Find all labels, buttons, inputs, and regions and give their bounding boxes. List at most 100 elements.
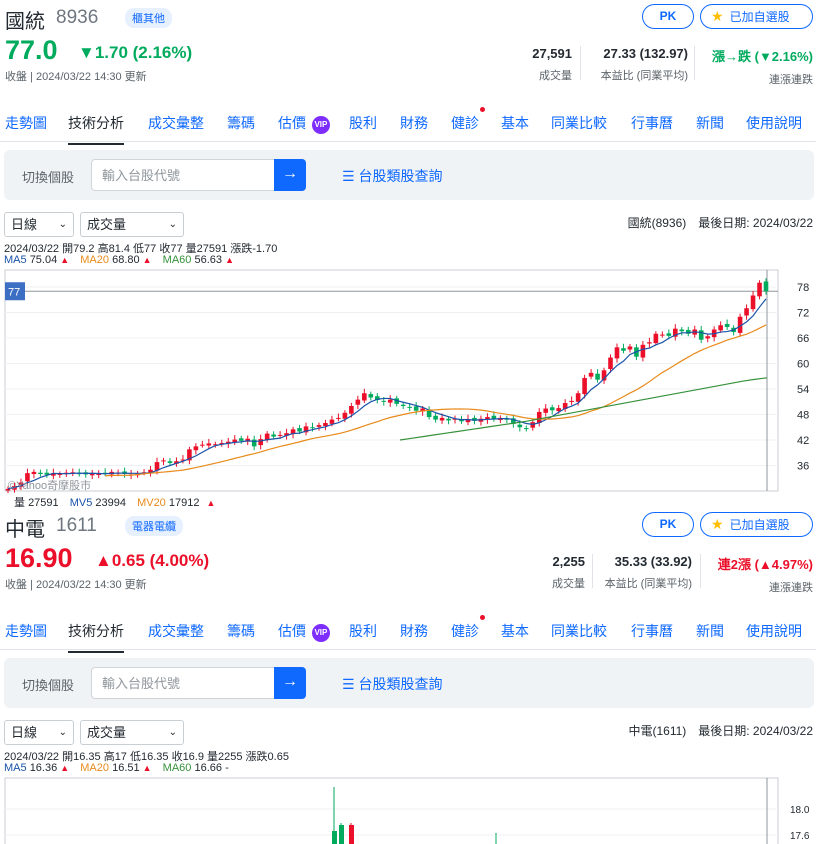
streak-stat: 漲→跌 (▼2.16%) 連漲連跌 [712,46,813,87]
add-watchlist-button[interactable]: ★ 已加自選股 [700,512,813,537]
streak-label: 連漲連跌 [769,74,813,86]
y-tick-label: 54 [797,384,809,396]
tab-financial[interactable]: 財務 [400,113,428,133]
tab-dividend[interactable]: 股利 [349,113,377,133]
tab-diagnosis[interactable]: 健診 [451,615,485,641]
candle [750,295,756,310]
trend-up-icon: ▲ [225,255,234,265]
sector-badge[interactable]: 電器電纜 [125,516,183,536]
candle [679,329,685,332]
stock-header: 中電 1611 電器電纜 16.90 ▲0.65 (4.00%) 收盤 | 20… [0,508,816,608]
candle [653,333,659,344]
candlestick-chart[interactable]: 18.0 17.6 [0,775,816,844]
tab-basic[interactable]: 基本 [501,113,529,133]
tab-trend[interactable]: 走勢圖 [5,621,47,641]
y-tick-label: 18.0 [790,805,810,816]
candle [310,427,315,429]
add-watchlist-label: 已加自選股 [729,10,790,24]
search-submit-button[interactable]: → [274,159,306,191]
candle [329,419,335,424]
stock-code-input[interactable] [91,667,276,699]
tab-trades[interactable]: 成交彙整 [148,621,204,641]
ma-legend: MA5 16.36 ▲ MA20 16.51 ▲ MA60 16.66 - [4,762,229,774]
tab-chips[interactable]: 籌碼 [227,621,255,641]
candle [387,399,393,403]
ma5-value: 16.36 [29,762,58,774]
y-tick-label: 42 [797,435,809,447]
candle [763,281,769,292]
current-price-label: 77 [8,286,20,298]
candle [323,423,328,426]
candle [582,377,587,395]
watermark: ©Yahoo奇摩股市 [8,478,91,492]
candle [718,325,723,331]
tab-financial[interactable]: 財務 [400,621,428,641]
tab-peer-compare[interactable]: 同業比較 [551,621,607,641]
divider [580,46,581,80]
divider [700,554,701,588]
candle [336,417,341,419]
sector-badge[interactable]: 櫃其他 [125,8,172,28]
candle [277,434,283,436]
tab-trend[interactable]: 走勢圖 [5,113,47,133]
candle [251,439,257,447]
ma60-value: 56.63 [194,254,222,266]
tab-diagnosis[interactable]: 健診 [451,107,485,133]
indicator-select[interactable]: 成交量 ⌄ [80,720,184,745]
candle [640,344,646,358]
tab-basic[interactable]: 基本 [501,621,529,641]
tab-trades[interactable]: 成交彙整 [148,113,204,133]
candlestick-chart[interactable]: 78 72 66 60 54 48 42 36 77 ©Yahoo奇摩股市 [0,267,816,495]
candle [621,348,626,351]
pe-stat: 27.33 (132.97) 本益比 (同業平均) [601,46,688,83]
tab-calendar[interactable]: 行事曆 [631,113,673,133]
ma20-label: MA20 [80,254,110,266]
candle [705,336,710,339]
period-select[interactable]: 日線 ⌄ [4,720,74,745]
ma20-value: 68.80 [112,254,140,266]
candle [627,346,633,350]
tab-news[interactable]: 新聞 [696,113,724,133]
y-tick-label: 36 [797,461,809,473]
candle [744,308,749,316]
pk-button[interactable]: PK [642,512,694,537]
ma60-trend: - [225,762,229,774]
period-select[interactable]: 日線 ⌄ [4,212,74,237]
streak-stat: 連2漲 (▲4.97%) 連漲連跌 [718,554,813,595]
candle [349,406,354,414]
price-change: ▼1.70 (2.16%) [78,43,193,62]
tab-news[interactable]: 新聞 [696,621,724,641]
period-select-value: 日線 [11,217,38,232]
search-submit-button[interactable]: → [274,667,306,699]
candle [238,438,244,441]
tab-diagnosis-label: 健診 [451,115,479,131]
tab-help[interactable]: 使用說明 [746,113,802,133]
tab-chips[interactable]: 籌碼 [227,113,255,133]
candle [608,357,613,370]
volume-label: 成交量 [552,578,585,590]
tab-calendar[interactable]: 行事曆 [631,621,673,641]
tab-technical[interactable]: 技術分析 [68,621,124,653]
stock-code-input[interactable] [91,159,276,191]
candle [316,425,322,427]
candle [368,394,374,398]
pk-button[interactable]: PK [642,4,694,29]
tab-valuation[interactable]: 估價 VIP [278,621,330,642]
star-icon: ★ [711,8,724,24]
category-query-link[interactable]: ☰ 台股類股查詢 [342,674,442,694]
divider [694,46,695,80]
candle [439,417,445,421]
candle [161,460,166,462]
tab-valuation[interactable]: 估價 VIP [278,113,330,134]
tab-technical[interactable]: 技術分析 [68,113,124,145]
add-watchlist-button[interactable]: ★ 已加自選股 [700,4,813,29]
category-query-link[interactable]: ☰ 台股類股查詢 [342,166,442,186]
indicator-select[interactable]: 成交量 ⌄ [80,212,184,237]
stock-price: 77.0 [5,35,58,65]
tab-dividend[interactable]: 股利 [349,621,377,641]
pe-stat: 35.33 (33.92) 本益比 (同業平均) [605,554,692,591]
candle [543,408,549,413]
ma60-label: MA60 [162,762,192,774]
tab-peer-compare[interactable]: 同業比較 [551,113,607,133]
tab-help[interactable]: 使用說明 [746,621,802,641]
